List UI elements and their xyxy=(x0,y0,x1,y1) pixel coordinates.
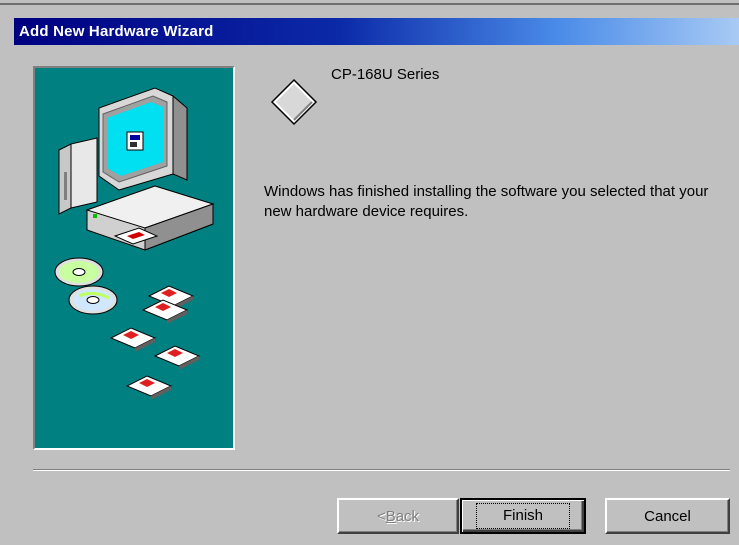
cd-discs-icon xyxy=(54,257,118,315)
back-button-rest: ack xyxy=(395,507,420,525)
wizard-window: Add New Hardware Wizard CP-168U Series W… xyxy=(0,0,739,545)
finish-button[interactable]: Finish xyxy=(460,498,586,534)
computer-tower-icon xyxy=(58,137,98,215)
top-border xyxy=(0,3,739,5)
back-button[interactable]: < Back xyxy=(337,498,459,534)
window-title: Add New Hardware Wizard xyxy=(19,23,214,40)
device-name: CP-168U Series xyxy=(331,66,440,83)
divider xyxy=(33,469,730,471)
wizard-illustration xyxy=(33,66,235,450)
desktop-base-icon xyxy=(85,185,215,251)
back-button-mnemonic: B xyxy=(385,507,396,525)
cancel-button[interactable]: Cancel xyxy=(605,498,730,534)
completion-message: Windows has finished installing the soft… xyxy=(264,183,709,220)
title-bar[interactable]: Add New Hardware Wizard xyxy=(14,18,739,45)
computer-and-discs-illustration xyxy=(54,87,215,400)
finish-button-label: Finish xyxy=(475,503,570,529)
monitor-icon xyxy=(98,87,188,191)
cancel-button-label: Cancel xyxy=(644,507,691,525)
floppy-disks-icon xyxy=(109,285,201,400)
back-button-prefix: < xyxy=(376,507,386,525)
generic-device-diamond-icon xyxy=(270,78,318,126)
